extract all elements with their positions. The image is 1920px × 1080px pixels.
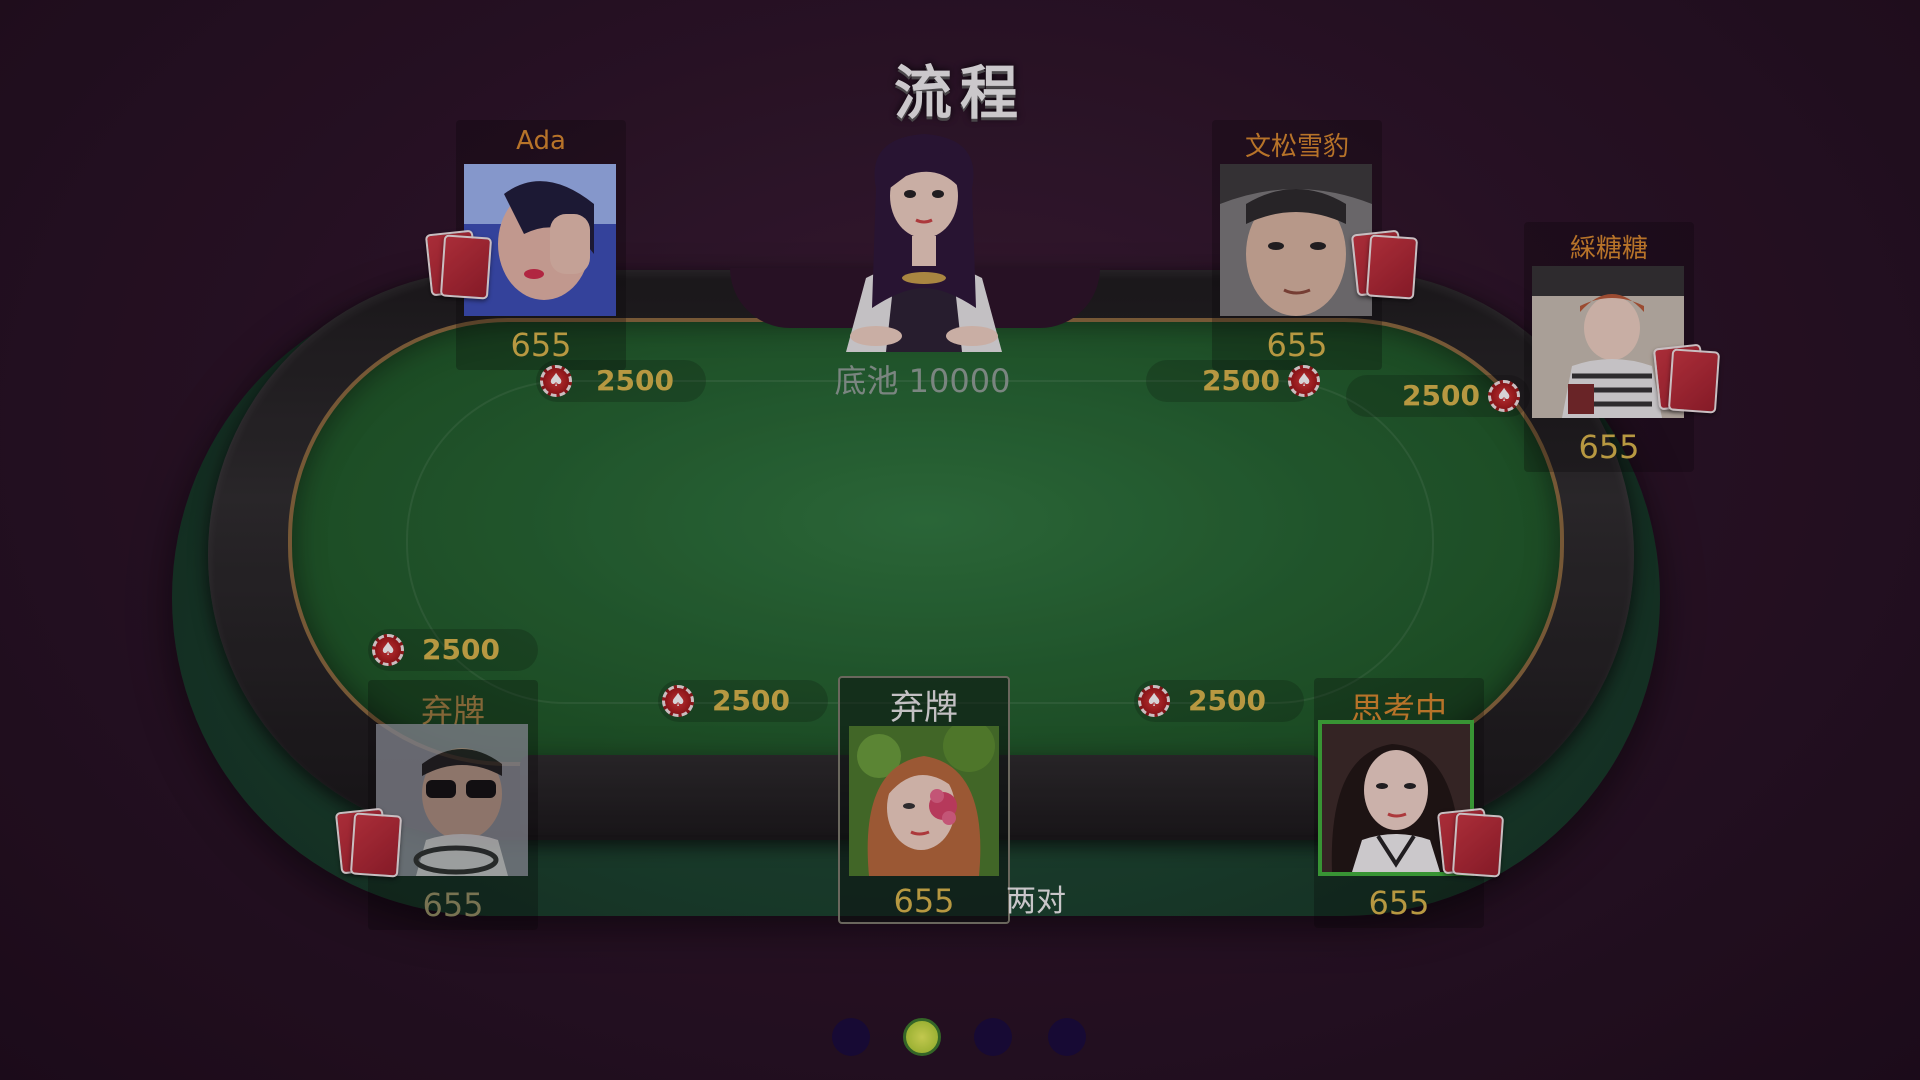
chip-icon	[1138, 685, 1170, 717]
bet-self-right: 2500	[1134, 680, 1304, 722]
player-chips: 655	[1578, 428, 1640, 466]
pot-label: 底池 10000	[834, 362, 1011, 400]
bet-amount: 2500	[1402, 379, 1480, 412]
hand-rank-label: 两对	[1006, 884, 1066, 919]
player-chips: 655	[1266, 326, 1328, 364]
player-seat-bottom-left[interactable]: 弃牌 655	[368, 680, 538, 930]
bet-amount: 2500	[1202, 364, 1280, 397]
bet-amount: 2500	[1188, 684, 1266, 717]
bet-amount: 2500	[422, 633, 500, 666]
chip-icon	[1288, 365, 1320, 397]
card-back	[349, 812, 403, 878]
player-chips: 655	[1368, 884, 1430, 922]
player-chips: 655	[422, 886, 484, 924]
player-chips: 655	[893, 882, 955, 920]
player-name: 綵糖糖	[1569, 234, 1648, 264]
hole-cards	[334, 807, 403, 878]
hole-cards	[1652, 343, 1721, 414]
player-chips: 655	[510, 326, 572, 364]
player-seat-self[interactable]: 弃牌 655	[838, 676, 1010, 924]
player-name: Ada	[516, 126, 566, 156]
hole-cards	[1436, 807, 1505, 878]
bet-amount: 2500	[712, 684, 790, 717]
page-dot-1[interactable]	[832, 1018, 870, 1056]
bet-self-left: 2500	[658, 680, 828, 722]
player-seat-bottom-right[interactable]: 思考中 655	[1314, 678, 1484, 928]
player-avatar	[849, 726, 999, 876]
player-avatar	[1220, 164, 1372, 316]
felt-inner-line	[406, 380, 1434, 704]
bet-bottom-left: 2500	[368, 629, 538, 671]
hole-cards	[424, 229, 493, 300]
card-back	[1667, 348, 1721, 414]
card-back	[439, 234, 493, 300]
bet-top-right: 2500	[1146, 360, 1320, 402]
page-dot-2-active[interactable]	[903, 1018, 941, 1056]
chip-icon	[540, 365, 572, 397]
bet-right: 2500	[1346, 375, 1530, 417]
hole-cards	[1350, 229, 1419, 300]
dealer-avatar	[806, 128, 1042, 352]
chip-icon	[1488, 380, 1520, 412]
page-dot-3[interactable]	[974, 1018, 1012, 1056]
player-status-folded: 弃牌	[890, 688, 958, 728]
chip-icon	[372, 634, 404, 666]
chip-icon	[662, 685, 694, 717]
card-back	[1451, 812, 1505, 878]
bet-top-left: 2500	[536, 360, 706, 402]
page-dot-4[interactable]	[1048, 1018, 1086, 1056]
player-name: 文松雪豹	[1244, 132, 1349, 162]
page-title: 流程	[893, 59, 1026, 127]
bet-amount: 2500	[596, 364, 674, 397]
card-back	[1365, 234, 1419, 300]
